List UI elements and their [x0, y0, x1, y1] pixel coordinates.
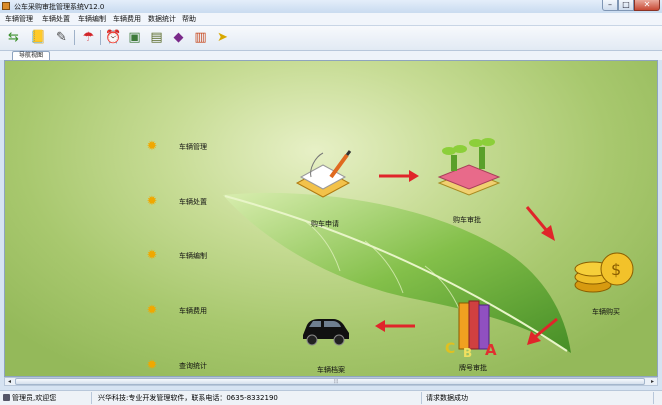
toolbar-button-ledger[interactable]: 📒: [30, 29, 47, 46]
arrow-down-right: [525, 206, 555, 241]
flow-node-vehicle-archive[interactable]: 车辆档案: [291, 309, 371, 375]
user-icon: [3, 394, 10, 401]
tab-navigation-view[interactable]: 导航视图: [12, 51, 50, 60]
flow-node-label: 购车申请: [311, 220, 339, 228]
flow-node-purchase-apply[interactable]: 购车申请: [285, 147, 365, 228]
flow-node-vehicle-buy[interactable]: $ 车辆购买: [557, 241, 655, 321]
flower-icon: ✹: [146, 139, 158, 154]
edit-icon: ✎: [56, 30, 67, 45]
nav-item-label: 车辆编制: [179, 252, 207, 260]
toolbar-button-picture[interactable]: ▣: [126, 29, 143, 46]
status-company: 兴华科技:专业开发管理软件，联系电话：0635-8332190: [96, 392, 422, 404]
scroll-left-button[interactable]: ◂: [5, 378, 14, 385]
scroll-thumb[interactable]: ⦙⦙⦙: [15, 378, 645, 385]
app-icon: [2, 2, 10, 10]
toolbar-button-exchange[interactable]: ⇆: [5, 29, 22, 46]
seedling-books-icon: [437, 138, 501, 196]
title-bar: 公车采购审批管理系统V12.0 – □ ✕: [0, 0, 662, 14]
menu-vehicle-management[interactable]: 车辆管理: [5, 14, 33, 24]
flow-node-label: 购车审批: [453, 216, 481, 224]
navigation-panel: ✹ 车辆管理 ✹ 车辆处置 ✹ 车辆编制 ✹ 车辆费用 ✹ 查询统计 购车申请: [4, 60, 658, 377]
nav-item-vehicle-establishment[interactable]: ✹ 车辆编制: [145, 248, 207, 263]
svg-text:A: A: [485, 341, 497, 359]
toolbar-button-notepad[interactable]: ▤: [148, 29, 165, 46]
arrow-left: [375, 320, 415, 332]
toolbar-separator: [74, 30, 75, 45]
umbrella-icon: ☂: [82, 30, 95, 45]
nav-item-vehicle-disposal[interactable]: ✹ 车辆处置: [145, 194, 207, 209]
menu-vehicle-disposal[interactable]: 车辆处置: [42, 14, 70, 24]
flower-icon: ✹: [146, 303, 158, 318]
flow-node-purchase-approve[interactable]: 购车审批: [425, 137, 509, 227]
flow-node-plate-approve[interactable]: C B A 牌号审批: [435, 297, 511, 373]
toolbar-button-gift[interactable]: ▥: [192, 29, 209, 46]
nav-item-vehicle-management[interactable]: ✹ 车辆管理: [145, 139, 207, 154]
arrow-down-left: [527, 317, 558, 345]
ledger-icon: 📒: [30, 30, 47, 45]
picture-icon: ▣: [128, 30, 141, 45]
toolbar-button-exit[interactable]: ➤: [214, 29, 231, 46]
status-bar: 管理员,欢迎您 兴华科技:专业开发管理软件，联系电话：0635-8332190 …: [0, 390, 662, 405]
nav-item-label: 车辆处置: [179, 198, 207, 206]
grip-icon: ⦙⦙⦙: [334, 378, 339, 385]
alarm-clock-icon: ⏰: [105, 30, 122, 45]
gift-icon: ▥: [194, 30, 207, 45]
nav-item-label: 车辆管理: [179, 143, 207, 151]
flow-node-label: 牌号审批: [459, 364, 487, 372]
toolbar-button-edit[interactable]: ✎: [53, 29, 70, 46]
exchange-icon: ⇆: [8, 30, 19, 45]
menu-help[interactable]: 帮助: [182, 14, 196, 24]
nav-item-label: 车辆费用: [179, 307, 207, 315]
menu-vehicle-establishment[interactable]: 车辆编制: [78, 14, 106, 24]
notepad-icon: ▤: [150, 30, 163, 45]
flow-node-label: 车辆档案: [317, 366, 345, 374]
nav-item-label: 查询统计: [179, 362, 207, 370]
arrow-right: [379, 170, 419, 182]
flower-icon: ✹: [146, 358, 158, 373]
tab-strip: 导航视图: [0, 51, 662, 60]
document-pen-icon: [295, 150, 352, 198]
status-user-text: 管理员,欢迎您: [12, 394, 57, 402]
toolbar-button-umbrella[interactable]: ☂: [80, 29, 97, 46]
toolbar-button-alarm[interactable]: ⏰: [105, 29, 122, 46]
status-user: 管理员,欢迎您: [0, 392, 92, 404]
flow-node-label: 车辆购买: [592, 308, 620, 316]
gold-coins-icon: $: [574, 252, 634, 293]
abc-books-icon: C B A: [445, 300, 497, 359]
svg-text:C: C: [445, 341, 455, 357]
close-button[interactable]: ✕: [634, 0, 660, 11]
book-icon: ◆: [173, 30, 184, 45]
toolbar-button-book[interactable]: ◆: [170, 29, 187, 46]
menu-data-statistics[interactable]: 数据统计: [148, 14, 176, 24]
menu-vehicle-expenses[interactable]: 车辆费用: [113, 14, 141, 24]
svg-text:B: B: [463, 346, 472, 359]
nav-item-query-statistics[interactable]: ✹ 查询统计: [145, 358, 207, 373]
car-icon: [303, 319, 349, 346]
status-message: 请求数据成功: [424, 392, 654, 404]
minimize-button[interactable]: –: [602, 0, 618, 11]
menu-bar: 车辆管理 车辆处置 车辆编制 车辆费用 数据统计 帮助: [0, 13, 662, 26]
horizontal-scrollbar[interactable]: ◂ ⦙⦙⦙ ▸: [4, 377, 658, 386]
window-title: 公车采购审批管理系统V12.0: [14, 3, 105, 11]
nav-item-vehicle-expenses[interactable]: ✹ 车辆费用: [145, 303, 207, 318]
scroll-right-button[interactable]: ▸: [648, 378, 657, 385]
toolbar-separator: [100, 30, 101, 45]
svg-text:$: $: [611, 260, 621, 279]
flower-icon: ✹: [146, 194, 158, 209]
toolbar: ⇆ 📒 ✎ ☂ ⏰ ▣ ▤ ◆ ▥ ➤: [0, 26, 662, 51]
runner-icon: ➤: [217, 30, 228, 45]
maximize-button[interactable]: □: [618, 0, 634, 11]
flower-icon: ✹: [146, 248, 158, 263]
